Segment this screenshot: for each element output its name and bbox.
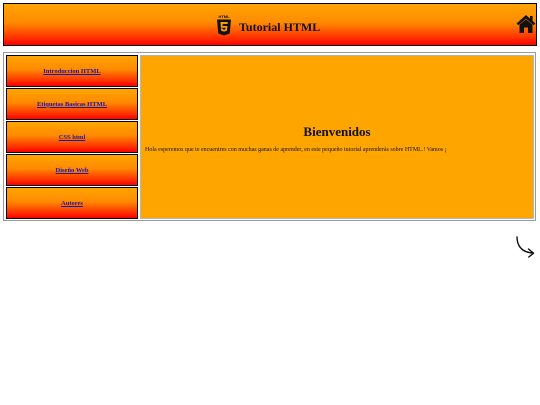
header-title-group: HTML Tutorial HTML — [216, 14, 320, 36]
content-title: Bienvenidos — [303, 124, 371, 139]
nav-link-css[interactable]: CSS html — [59, 134, 86, 141]
header-banner: HTML Tutorial HTML — [3, 3, 537, 46]
home-icon[interactable] — [516, 14, 536, 34]
nav-link-autores[interactable]: Autores — [61, 200, 83, 207]
nav-item-introduccion[interactable]: Introduccion HTML — [6, 55, 138, 87]
nav-link-introduccion[interactable]: Introduccion HTML — [43, 68, 100, 75]
nav-item-diseno[interactable]: Diseño Web — [6, 154, 138, 186]
nav-item-etiquetas[interactable]: Etiquetas Basicas HTML — [6, 88, 138, 120]
nav-item-css[interactable]: CSS html — [6, 121, 138, 153]
nav-item-autores[interactable]: Autores — [6, 187, 138, 219]
nav-link-etiquetas[interactable]: Etiquetas Basicas HTML — [37, 101, 107, 108]
content-panel: Bienvenidos Hola esperemos que te encuen… — [140, 55, 534, 219]
header-title: Tutorial HTML — [239, 19, 321, 34]
content-text: Hola esperemos que te encuentres con muc… — [145, 147, 447, 153]
main-layout: Introduccion HTML Etiquetas Basicas HTML… — [3, 52, 536, 221]
nav-link-diseno[interactable]: Diseño Web — [56, 167, 89, 174]
curved-arrow-right-icon[interactable] — [515, 236, 538, 258]
svg-text:HTML: HTML — [218, 14, 230, 19]
html5-icon: HTML — [217, 14, 231, 36]
side-nav: Introduccion HTML Etiquetas Basicas HTML… — [6, 55, 139, 220]
